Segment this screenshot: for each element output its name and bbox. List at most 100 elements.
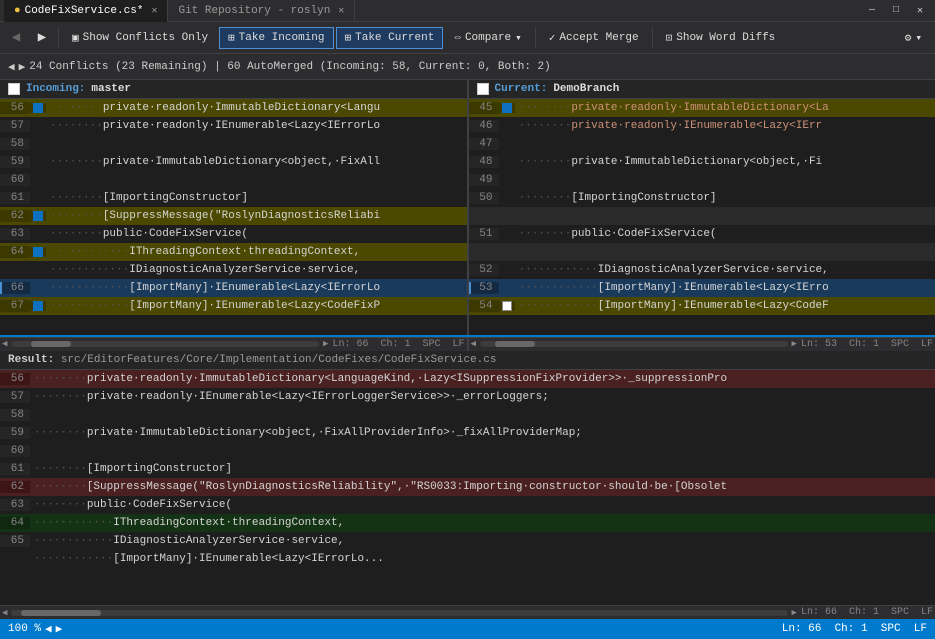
scroll-left-arrow[interactable]: ◀ — [2, 339, 7, 349]
result-code-lines[interactable]: 56 ········private·readonly·ImmutableDic… — [0, 370, 935, 606]
accept-icon: ✓ — [549, 31, 556, 45]
incoming-checkbox[interactable] — [8, 83, 20, 95]
conflict-status-text: 24 Conflicts (23 Remaining) | 60 AutoMer… — [29, 61, 551, 73]
tab-label: Git Repository - roslyn — [178, 5, 330, 17]
result-line: 60 — [0, 442, 935, 460]
code-line: 57 ········private·readonly·IEnumerable<… — [0, 117, 467, 135]
toolbar-separator-3 — [652, 28, 653, 48]
scroll-right-arrow[interactable]: ▶ — [323, 339, 328, 349]
status-arrow-right[interactable]: ▶ — [56, 622, 63, 636]
result-code-area: 56 ········private·readonly·ImmutableDic… — [0, 370, 935, 606]
current-scrollbar: ◀ ▶ Ln: 53 Ch: 1 SPC LF — [469, 338, 935, 351]
incoming-position: Ln: 66 Ch: 1 SPC LF — [332, 339, 464, 350]
result-line: 65 ············IDiagnosticAnalyzerServic… — [0, 532, 935, 550]
result-position: Ln: 66 Ch: 1 SPC LF — [801, 607, 933, 618]
title-bar: ● CodeFixService.cs* ✕ Git Repository - … — [0, 0, 935, 22]
code-line: 50 ········[ImportingConstructor] — [469, 189, 935, 207]
maximize-button[interactable]: □ — [885, 0, 907, 22]
main-area: Incoming: master 56 ········private·read… — [0, 80, 935, 619]
current-checkbox[interactable] — [477, 83, 489, 95]
current-position: Ln: 53 Ch: 1 SPC LF — [801, 339, 933, 350]
take-current-button[interactable]: ⊞ Take Current — [336, 27, 444, 49]
nav-next-button[interactable]: ▶ — [30, 26, 54, 50]
scroll-track-r[interactable] — [480, 341, 788, 347]
current-code-lines[interactable]: 45 ········private·readonly·ImmutableDic… — [469, 99, 935, 335]
result-line: 63 ········public·CodeFixService( — [0, 496, 935, 514]
code-line: 64 ············IThreadingContext·threadi… — [0, 243, 467, 261]
incoming-code-area: 56 ········private·readonly·ImmutableDic… — [0, 99, 467, 335]
settings-icon: ⚙ — [905, 31, 912, 45]
take-incoming-button[interactable]: ⊞ Take Incoming — [219, 27, 333, 49]
toolbar-separator-2 — [535, 28, 536, 48]
code-line: ············IDiagnosticAnalyzerService·s… — [0, 261, 467, 279]
current-pane-header: Current: DemoBranch — [469, 80, 935, 99]
split-scrollbar-row: ◀ ▶ Ln: 66 Ch: 1 SPC LF ◀ ▶ Ln: 53 Ch: 1… — [0, 337, 935, 351]
code-line: 49 — [469, 171, 935, 189]
code-line — [469, 207, 935, 225]
code-line: 53 ············[ImportMany]·IEnumerable<… — [469, 279, 935, 297]
take-current-label: Take Current — [355, 32, 434, 44]
incoming-branch: master — [91, 83, 131, 95]
close-button[interactable]: ✕ — [909, 0, 931, 22]
incoming-pane: Incoming: master 56 ········private·read… — [0, 80, 467, 335]
scroll-left-arrow-r[interactable]: ◀ — [471, 339, 476, 349]
incoming-label: Incoming: — [26, 83, 85, 95]
accept-merge-label: Accept Merge — [559, 32, 638, 44]
code-line: 63 ········public·CodeFixService( — [0, 225, 467, 243]
result-line: 59 ········private·ImmutableDictionary<o… — [0, 424, 935, 442]
scroll-track[interactable] — [11, 341, 319, 347]
code-line: 62 ········[SuppressMessage("RoslynDiagn… — [0, 207, 467, 225]
settings-button[interactable]: ⚙ ▾ — [896, 27, 931, 49]
nav-next-small[interactable]: ▶ — [19, 60, 26, 74]
nav-prev-small[interactable]: ◀ — [8, 60, 15, 74]
incoming-code-lines[interactable]: 56 ········private·readonly·ImmutableDic… — [0, 99, 467, 335]
compare-dropdown-icon: ▾ — [515, 31, 522, 45]
result-scroll-track[interactable] — [11, 610, 787, 616]
conflict-header: ◀ ▶ 24 Conflicts (23 Remaining) | 60 Aut… — [0, 54, 935, 80]
settings-dropdown-icon: ▾ — [915, 31, 922, 45]
scroll-right-arrow-r[interactable]: ▶ — [792, 339, 797, 349]
code-line: 56 ········private·readonly·ImmutableDic… — [0, 99, 467, 117]
show-word-diffs-button[interactable]: ⊡ Show Word Diffs — [657, 27, 785, 49]
incoming-icon: ⊞ — [228, 31, 235, 45]
code-line: 58 — [0, 135, 467, 153]
tab-close[interactable]: ✕ — [338, 5, 344, 17]
result-line: ············[ImportMany]·IEnumerable<Laz… — [0, 550, 935, 568]
result-scroll-left[interactable]: ◀ — [2, 608, 7, 618]
current-code-area: 45 ········private·readonly·ImmutableDic… — [469, 99, 935, 335]
code-line: 46 ········private·readonly·IEnumerable<… — [469, 117, 935, 135]
tab-codefix[interactable]: ● CodeFixService.cs* ✕ — [4, 0, 168, 22]
current-label: Current: — [495, 83, 548, 95]
compare-icon: ⇔ — [454, 32, 461, 44]
compare-label: Compare — [465, 32, 511, 44]
code-line: 47 — [469, 135, 935, 153]
split-pane: Incoming: master 56 ········private·read… — [0, 80, 935, 337]
compare-button[interactable]: ⇔ Compare ▾ — [445, 27, 530, 49]
show-conflicts-only-button[interactable]: ▣ Show Conflicts Only — [63, 27, 217, 49]
show-conflicts-only-label: Show Conflicts Only — [83, 32, 208, 44]
result-line: 58 — [0, 406, 935, 424]
result-line: 56 ········private·readonly·ImmutableDic… — [0, 370, 935, 388]
code-line: 59 ········private·ImmutableDictionary<o… — [0, 153, 467, 171]
window-controls: — □ ✕ — [861, 0, 931, 22]
minimize-button[interactable]: — — [861, 0, 883, 22]
result-scroll-right[interactable]: ▶ — [792, 608, 797, 618]
word-diffs-icon: ⊡ — [666, 31, 673, 45]
result-line: 61 ········[ImportingConstructor] — [0, 460, 935, 478]
zoom-level: 100 % — [8, 623, 41, 635]
result-path: src/EditorFeatures/Core/Implementation/C… — [61, 354, 497, 366]
nav-prev-button[interactable]: ◀ — [4, 26, 28, 50]
result-line: 57 ········private·readonly·IEnumerable<… — [0, 388, 935, 406]
incoming-pane-header: Incoming: master — [0, 80, 467, 99]
code-line: 60 — [0, 171, 467, 189]
tab-bar: ● CodeFixService.cs* ✕ Git Repository - … — [4, 0, 355, 22]
incoming-scrollbar: ◀ ▶ Ln: 66 Ch: 1 SPC LF — [0, 338, 469, 351]
show-word-diffs-label: Show Word Diffs — [676, 32, 775, 44]
take-incoming-label: Take Incoming — [239, 32, 325, 44]
tab-gitrepo[interactable]: Git Repository - roslyn ✕ — [168, 0, 355, 22]
result-pane: Result: src/EditorFeatures/Core/Implemen… — [0, 351, 935, 606]
status-arrow-left[interactable]: ◀ — [45, 622, 52, 636]
accept-merge-button[interactable]: ✓ Accept Merge — [540, 27, 648, 49]
status-bar: 100 % ◀ ▶ Ln: 66 Ch: 1 SPC LF — [0, 619, 935, 639]
tab-close[interactable]: ✕ — [151, 5, 157, 17]
